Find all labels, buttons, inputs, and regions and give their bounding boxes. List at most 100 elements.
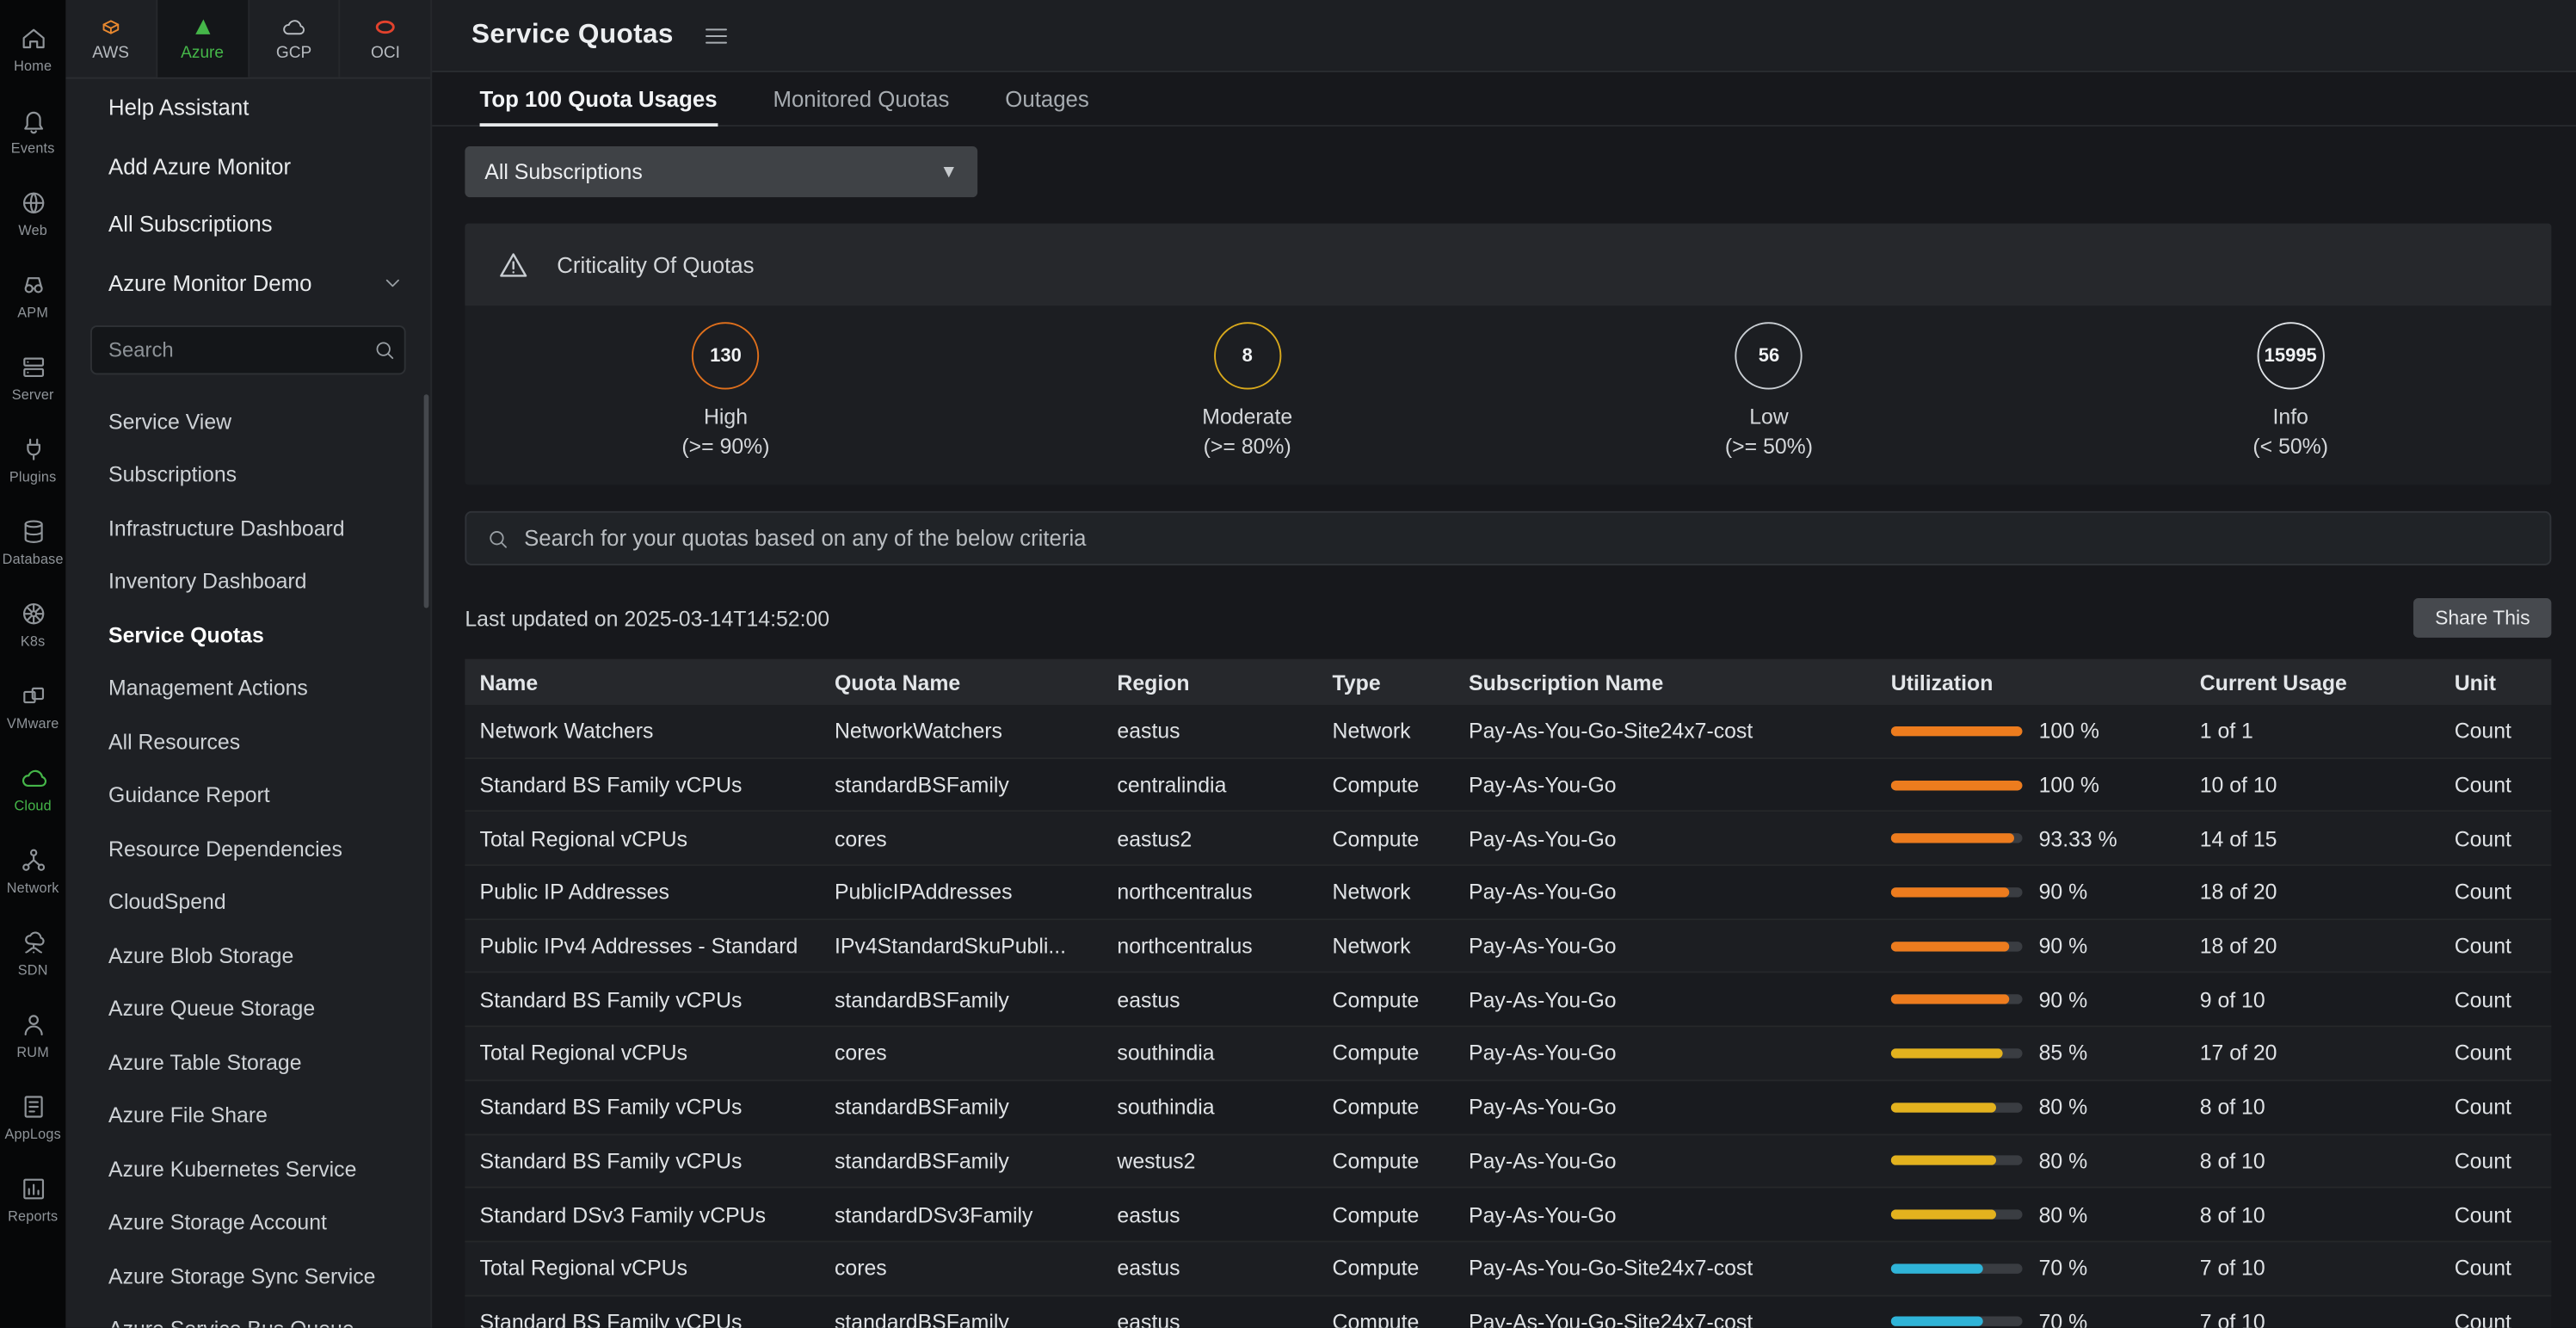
cell-type: Compute <box>1317 1095 1453 1120</box>
rail-item-label: Server <box>12 386 54 403</box>
sidebar-menu-help-assistant[interactable]: Help Assistant <box>65 79 430 138</box>
table-row[interactable]: Total Regional vCPUscoreseastusComputePa… <box>465 1242 2551 1295</box>
table-header: NameQuota NameRegionTypeSubscription Nam… <box>465 659 2551 705</box>
cell-quota-name: standardDSv3Family <box>820 1202 1102 1227</box>
share-this-button[interactable]: Share This <box>2413 598 2551 638</box>
rail-item-sdn[interactable]: SDN <box>0 912 65 994</box>
quota-search[interactable] <box>465 511 2551 565</box>
rail-item-home[interactable]: Home <box>0 9 65 90</box>
cell-utilization: 100 % <box>1877 772 2185 797</box>
sidebar-item-azure-queue-storage[interactable]: Azure Queue Storage <box>65 982 430 1035</box>
table-body: Network WatchersNetworkWatcherseastusNet… <box>465 705 2551 1328</box>
table-row[interactable]: Standard BS Family vCPUsstandardBSFamily… <box>465 1081 2551 1134</box>
table-row[interactable]: Standard BS Family vCPUsstandardBSFamily… <box>465 1134 2551 1188</box>
table-row[interactable]: Public IPv4 Addresses - StandardIPv4Stan… <box>465 920 2551 973</box>
stat-value: 56 <box>1759 346 1779 366</box>
table-row[interactable]: Public IP AddressesPublicIPAddressesnort… <box>465 866 2551 919</box>
cell-name: Standard BS Family vCPUs <box>465 1095 819 1120</box>
cell-quota-name: cores <box>820 1041 1102 1066</box>
rail-item-server[interactable]: Server <box>0 337 65 418</box>
cell-current-usage: 7 of 10 <box>2185 1310 2440 1328</box>
sidebar-item-azure-kubernetes-service[interactable]: Azure Kubernetes Service <box>65 1142 430 1195</box>
criticality-stat-high: 130High(>= 90%) <box>465 322 986 458</box>
sidebar-search-input[interactable] <box>108 338 373 361</box>
sidebar-item-inventory-dashboard[interactable]: Inventory Dashboard <box>65 554 430 608</box>
rail-item-events[interactable]: Events <box>0 90 65 172</box>
sidebar-menu-add-azure-monitor[interactable]: Add Azure Monitor <box>65 137 430 195</box>
rail-item-network[interactable]: Network <box>0 830 65 911</box>
rail-item-apm[interactable]: APM <box>0 255 65 337</box>
sdn-icon <box>19 929 46 956</box>
criticality-stats: 130High(>= 90%)8Moderate(>= 80%)56Low(>=… <box>465 306 2551 485</box>
table-row[interactable]: Standard BS Family vCPUsstandardBSFamily… <box>465 973 2551 1027</box>
utilization-bar <box>1891 1156 2023 1165</box>
provider-tab-azure[interactable]: Azure <box>157 0 249 77</box>
rail-item-database[interactable]: Database <box>0 501 65 583</box>
account-selector[interactable]: Azure Monitor Demo <box>65 254 430 312</box>
sidebar-scrollbar[interactable] <box>424 394 429 608</box>
table-row[interactable]: Network WatchersNetworkWatcherseastusNet… <box>465 705 2551 758</box>
sidebar-item-service-quotas[interactable]: Service Quotas <box>65 608 430 661</box>
stat-value: 8 <box>1242 346 1253 366</box>
rail-item-web[interactable]: Web <box>0 172 65 254</box>
sidebar-item-resource-dependencies[interactable]: Resource Dependencies <box>65 822 430 875</box>
tab-top-100-quota-usages[interactable]: Top 100 Quota Usages <box>480 72 718 125</box>
rail-item-rum[interactable]: RUM <box>0 994 65 1076</box>
utilization-bar-fill <box>1891 1317 1983 1326</box>
utilization-text: 90 % <box>2039 934 2088 959</box>
cell-quota-name: cores <box>820 1256 1102 1281</box>
rail-item-reports[interactable]: Reports <box>0 1158 65 1240</box>
sidebar-search[interactable] <box>90 325 406 374</box>
sidebar-item-label: Azure Table Storage <box>108 1050 301 1075</box>
sidebar-item-azure-file-share[interactable]: Azure File Share <box>65 1089 430 1142</box>
tab-monitored-quotas[interactable]: Monitored Quotas <box>773 72 949 125</box>
sidebar-item-all-resources[interactable]: All Resources <box>65 715 430 769</box>
cell-utilization: 93.33 % <box>1877 826 2185 851</box>
provider-tab-aws[interactable]: AWS <box>65 0 157 77</box>
sidebar-item-cloudspend[interactable]: CloudSpend <box>65 875 430 929</box>
table-row[interactable]: Total Regional vCPUscoressouthindiaCompu… <box>465 1028 2551 1081</box>
sidebar-item-management-actions[interactable]: Management Actions <box>65 662 430 715</box>
table-row[interactable]: Total Regional vCPUscoreseastus2ComputeP… <box>465 812 2551 866</box>
utilization-bar-fill <box>1891 1263 1983 1273</box>
cell-name: Public IPv4 Addresses - Standard <box>465 934 819 959</box>
quota-search-input[interactable] <box>524 526 2530 551</box>
sidebar-item-subscriptions[interactable]: Subscriptions <box>65 448 430 501</box>
sidebar-menu-all-subscriptions[interactable]: All Subscriptions <box>65 195 430 254</box>
cell-subscription: Pay-As-You-Go-Site24x7-cost <box>1454 719 1877 744</box>
tab-outages[interactable]: Outages <box>1005 72 1088 125</box>
criticality-title: Criticality Of Quotas <box>557 252 754 277</box>
provider-tab-gcp[interactable]: GCP <box>249 0 340 77</box>
sidebar-item-label: CloudSpend <box>108 889 226 914</box>
main-area: Service Quotas Top 100 Quota UsagesMonit… <box>432 0 2576 1328</box>
sidebar-item-azure-table-storage[interactable]: Azure Table Storage <box>65 1035 430 1089</box>
cell-type: Compute <box>1317 826 1453 851</box>
rail-item-plugins[interactable]: Plugins <box>0 419 65 501</box>
sidebar-item-guidance-report[interactable]: Guidance Report <box>65 769 430 822</box>
table-row[interactable]: Standard BS Family vCPUsstandardBSFamily… <box>465 759 2551 812</box>
cell-current-usage: 8 of 10 <box>2185 1148 2440 1173</box>
cell-current-usage: 14 of 15 <box>2185 826 2440 851</box>
table-row[interactable]: Standard DSv3 Family vCPUsstandardDSv3Fa… <box>465 1189 2551 1242</box>
sidebar-item-azure-storage-sync-service[interactable]: Azure Storage Sync Service <box>65 1249 430 1302</box>
tab-label: Outages <box>1005 86 1088 111</box>
rail-item-vmware[interactable]: VMware <box>0 665 65 747</box>
sidebar-item-azure-blob-storage[interactable]: Azure Blob Storage <box>65 929 430 982</box>
utilization-bar <box>1891 941 2023 950</box>
sidebar-item-infrastructure-dashboard[interactable]: Infrastructure Dashboard <box>65 501 430 554</box>
rail-item-applogs[interactable]: AppLogs <box>0 1077 65 1158</box>
rail-item-k8s[interactable]: K8s <box>0 584 65 665</box>
table-row[interactable]: Standard BS Family vCPUsstandardBSFamily… <box>465 1296 2551 1328</box>
subscription-dropdown[interactable]: All Subscriptions ▼ <box>465 146 977 197</box>
sidebar-item-azure-service-bus-queue[interactable]: Azure Service Bus Queue <box>65 1302 430 1328</box>
rail-item-cloud[interactable]: Cloud <box>0 748 65 830</box>
menu-icon[interactable] <box>703 22 730 49</box>
cell-type: Compute <box>1317 1041 1453 1066</box>
sidebar-item-service-view[interactable]: Service View <box>65 394 430 448</box>
provider-tab-oci[interactable]: OCI <box>341 0 431 77</box>
sidebar-item-azure-storage-account[interactable]: Azure Storage Account <box>65 1195 430 1249</box>
cell-unit: Count <box>2440 1041 2552 1066</box>
sidebar-item-label: Azure Storage Account <box>108 1210 327 1235</box>
cell-quota-name: cores <box>820 826 1102 851</box>
cell-name: Standard BS Family vCPUs <box>465 772 819 797</box>
